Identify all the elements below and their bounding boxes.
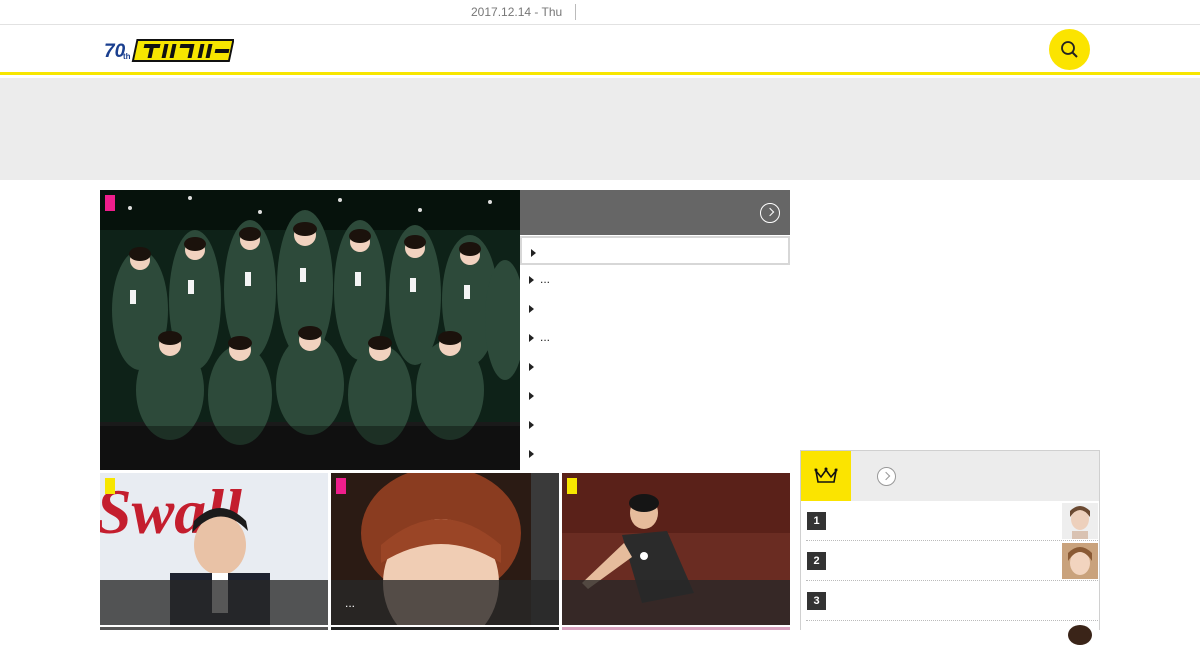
- headline-item[interactable]: [520, 381, 790, 410]
- svg-text:th: th: [123, 52, 131, 61]
- search-button[interactable]: [1049, 29, 1090, 70]
- triangle-bullet-icon: [529, 305, 534, 313]
- headline-header: [520, 190, 790, 235]
- current-date: 2017.12.14 - Thu: [471, 5, 563, 19]
- triangle-bullet-icon: [529, 334, 534, 342]
- ranking-item[interactable]: 3: [806, 581, 1098, 621]
- article-thumbnail[interactable]: [562, 473, 790, 625]
- chevron-right-circle-icon[interactable]: [877, 467, 896, 486]
- headline-panel: ... ...: [520, 190, 790, 470]
- headline-item[interactable]: [520, 352, 790, 381]
- ad-banner-area: [0, 78, 1200, 180]
- triangle-bullet-icon: [529, 450, 534, 458]
- search-icon: [1061, 41, 1078, 58]
- ranking-thumbnail: [1062, 543, 1098, 579]
- article-thumbnail[interactable]: ...: [331, 473, 559, 625]
- category-tag: [336, 478, 346, 494]
- category-tag: [105, 195, 115, 211]
- headline-item[interactable]: ...: [520, 323, 790, 352]
- ranking-item[interactable]: 2: [806, 541, 1098, 581]
- chevron-right-circle-icon[interactable]: [760, 203, 780, 223]
- divider: [575, 4, 576, 20]
- triangle-bullet-icon: [531, 249, 536, 257]
- triangle-bullet-icon: [529, 363, 534, 371]
- thumbnail-caption: [100, 580, 328, 625]
- headline-item[interactable]: ...: [520, 265, 790, 294]
- ranking-item[interactable]: [806, 621, 1098, 661]
- ranking-thumbnail: [1062, 503, 1098, 539]
- article-thumbnail[interactable]: Swall: [100, 473, 328, 625]
- top-date-bar: 2017.12.14 - Thu: [0, 0, 1200, 25]
- daily-logo[interactable]: 70 th: [104, 37, 235, 63]
- hero-article-image[interactable]: [100, 190, 520, 470]
- rank-number: 1: [807, 512, 826, 530]
- ranking-thumbnail: [1062, 623, 1098, 659]
- headline-item[interactable]: [520, 439, 790, 468]
- rank-number: 3: [807, 592, 826, 610]
- hero-photo: [100, 190, 520, 470]
- site-header: 70 th: [0, 25, 1200, 75]
- category-tag: [567, 478, 577, 494]
- headline-list: ... ...: [520, 236, 790, 468]
- ranking-header: [801, 451, 1099, 501]
- crown-icon: [801, 451, 851, 501]
- thumbnail-caption: ...: [331, 580, 559, 625]
- triangle-bullet-icon: [529, 421, 534, 429]
- category-tag: [105, 478, 115, 494]
- rank-number: 2: [807, 552, 826, 570]
- headline-item[interactable]: [520, 236, 790, 265]
- thumbnail-caption: [562, 580, 790, 625]
- headline-item[interactable]: [520, 294, 790, 323]
- ranking-item[interactable]: 1: [806, 501, 1098, 541]
- headline-item[interactable]: [520, 410, 790, 439]
- triangle-bullet-icon: [529, 276, 534, 284]
- ranking-widget: 1 2 3: [800, 450, 1100, 659]
- triangle-bullet-icon: [529, 392, 534, 400]
